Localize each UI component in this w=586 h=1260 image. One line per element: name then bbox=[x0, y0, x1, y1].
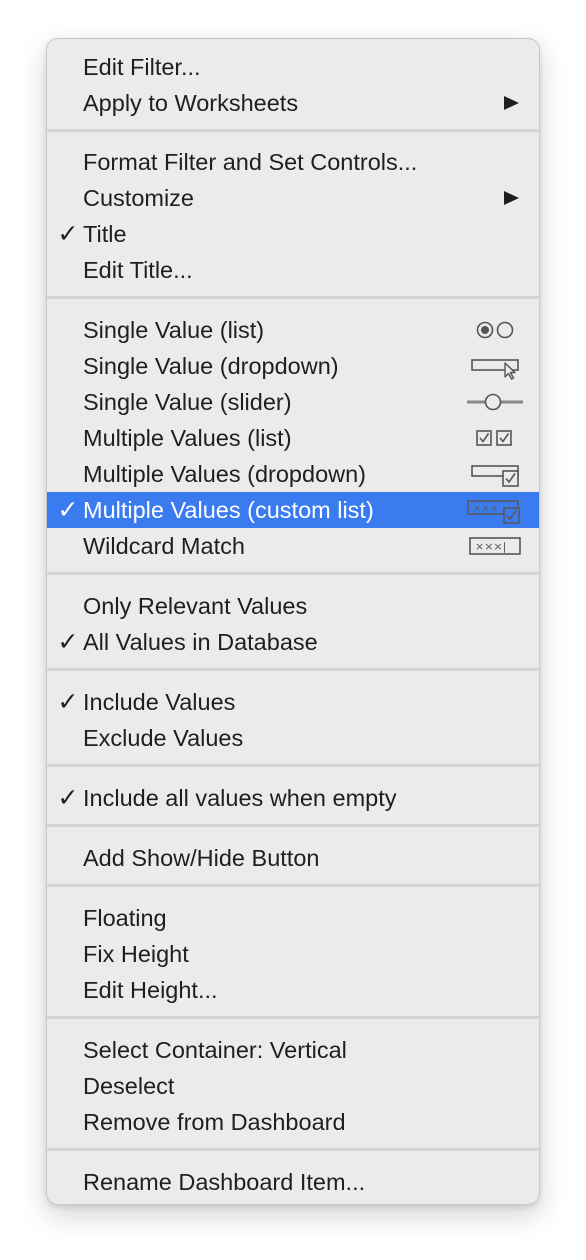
menu-item-multiple-values-dropdown[interactable]: Multiple Values (dropdown) bbox=[47, 456, 539, 492]
menu-item-label: Only Relevant Values bbox=[83, 593, 308, 619]
menu-item-label: All Values in Database bbox=[83, 629, 318, 655]
menu-item-label: Add Show/Hide Button bbox=[83, 845, 320, 871]
menu-item-multiple-values-list[interactable]: Multiple Values (list) bbox=[47, 420, 539, 456]
radio-pair-icon bbox=[476, 321, 514, 339]
menu-item-format-filter-controls[interactable]: Format Filter and Set Controls... bbox=[47, 144, 539, 180]
submenu-arrow-icon bbox=[504, 191, 519, 205]
menu-item-label: Edit Title... bbox=[83, 257, 193, 283]
menu-separator bbox=[47, 764, 539, 767]
menu-item-label: Multiple Values (dropdown) bbox=[83, 461, 367, 487]
menu-item-label: Wildcard Match bbox=[83, 533, 245, 559]
menu-item-label: Remove from Dashboard bbox=[83, 1109, 346, 1135]
menu-item-single-value-slider[interactable]: Single Value (slider) bbox=[47, 384, 539, 420]
menu-item-all-values-in-database[interactable]: ✓ All Values in Database bbox=[47, 624, 539, 660]
svg-text:×××: ××× bbox=[473, 504, 498, 515]
custom-list-icon: ××× bbox=[467, 500, 520, 524]
menu-item-label: Include Values bbox=[83, 689, 236, 715]
menu-item-label: Single Value (dropdown) bbox=[83, 353, 339, 379]
menu-item-wildcard-match[interactable]: Wildcard Match ×××| bbox=[47, 528, 539, 564]
menu-separator bbox=[47, 296, 539, 299]
menu-item-exclude-values[interactable]: Exclude Values bbox=[47, 720, 539, 756]
wildcard-icon: ×××| bbox=[469, 537, 521, 555]
dropdown-check-icon bbox=[471, 465, 519, 487]
checkbox-pair-icon bbox=[476, 430, 512, 446]
menu-item-label: Multiple Values (custom list) bbox=[83, 497, 374, 523]
checkmark-icon: ✓ bbox=[57, 220, 79, 248]
context-menu: Edit Filter... Apply to Worksheets Forma… bbox=[46, 38, 540, 1205]
menu-separator bbox=[47, 1016, 539, 1019]
menu-item-fix-height[interactable]: Fix Height bbox=[47, 936, 539, 972]
menu-separator bbox=[47, 824, 539, 827]
menu-item-label: Single Value (list) bbox=[83, 317, 265, 343]
menu-item-multiple-values-custom-list[interactable]: ✓ Multiple Values (custom list) ××× bbox=[47, 492, 539, 528]
menu-item-label: Format Filter and Set Controls... bbox=[83, 149, 418, 175]
menu-item-label: Apply to Worksheets bbox=[83, 90, 299, 116]
menu-item-label: Customize bbox=[83, 185, 195, 211]
menu-item-add-show-hide-button[interactable]: Add Show/Hide Button bbox=[47, 840, 539, 876]
menu-separator bbox=[47, 129, 539, 132]
menu-item-include-all-values-when-empty[interactable]: ✓ Include all values when empty bbox=[47, 780, 539, 816]
svg-text:×××|: ×××| bbox=[475, 540, 506, 553]
menu-item-single-value-dropdown[interactable]: Single Value (dropdown) bbox=[47, 348, 539, 384]
menu-item-apply-to-worksheets[interactable]: Apply to Worksheets bbox=[47, 85, 539, 121]
menu-item-label: Edit Filter... bbox=[83, 54, 201, 80]
menu-item-only-relevant-values[interactable]: Only Relevant Values bbox=[47, 588, 539, 624]
menu-separator bbox=[47, 1148, 539, 1151]
menu-separator bbox=[47, 572, 539, 575]
menu-item-customize[interactable]: Customize bbox=[47, 180, 539, 216]
menu-item-edit-filter[interactable]: Edit Filter... bbox=[47, 49, 539, 85]
menu-item-edit-height[interactable]: Edit Height... bbox=[47, 972, 539, 1008]
menu-separator bbox=[47, 884, 539, 887]
menu-item-label: Title bbox=[83, 221, 127, 247]
menu-item-label: Floating bbox=[83, 905, 167, 931]
submenu-arrow-icon bbox=[504, 96, 519, 110]
menu-item-title[interactable]: ✓ Title bbox=[47, 216, 539, 252]
menu-item-rename-dashboard-item[interactable]: Rename Dashboard Item... bbox=[47, 1164, 539, 1200]
slider-icon bbox=[467, 393, 523, 411]
menu-item-deselect[interactable]: Deselect bbox=[47, 1068, 539, 1104]
menu-item-label: Exclude Values bbox=[83, 725, 244, 751]
menu-item-include-values[interactable]: ✓ Include Values bbox=[47, 684, 539, 720]
menu-item-label: Single Value (slider) bbox=[83, 389, 292, 415]
menu-item-edit-title[interactable]: Edit Title... bbox=[47, 252, 539, 288]
dropdown-cursor-icon bbox=[471, 359, 519, 380]
menu-item-label: Select Container: Vertical bbox=[83, 1037, 347, 1063]
menu-item-label: Rename Dashboard Item... bbox=[83, 1169, 366, 1195]
checkmark-icon: ✓ bbox=[57, 784, 79, 812]
menu-separator bbox=[47, 668, 539, 671]
menu-item-label: Deselect bbox=[83, 1073, 175, 1099]
menu-item-single-value-list[interactable]: Single Value (list) bbox=[47, 312, 539, 348]
checkmark-icon: ✓ bbox=[57, 688, 79, 716]
checkmark-icon: ✓ bbox=[57, 496, 79, 524]
menu-item-label: Multiple Values (list) bbox=[83, 425, 292, 451]
checkmark-icon: ✓ bbox=[57, 628, 79, 656]
menu-item-floating[interactable]: Floating bbox=[47, 900, 539, 936]
menu-item-label: Fix Height bbox=[83, 941, 189, 967]
menu-item-label: Include all values when empty bbox=[83, 785, 397, 811]
menu-item-remove-from-dashboard[interactable]: Remove from Dashboard bbox=[47, 1104, 539, 1140]
menu-item-select-container-vertical[interactable]: Select Container: Vertical bbox=[47, 1032, 539, 1068]
menu-item-label: Edit Height... bbox=[83, 977, 218, 1003]
